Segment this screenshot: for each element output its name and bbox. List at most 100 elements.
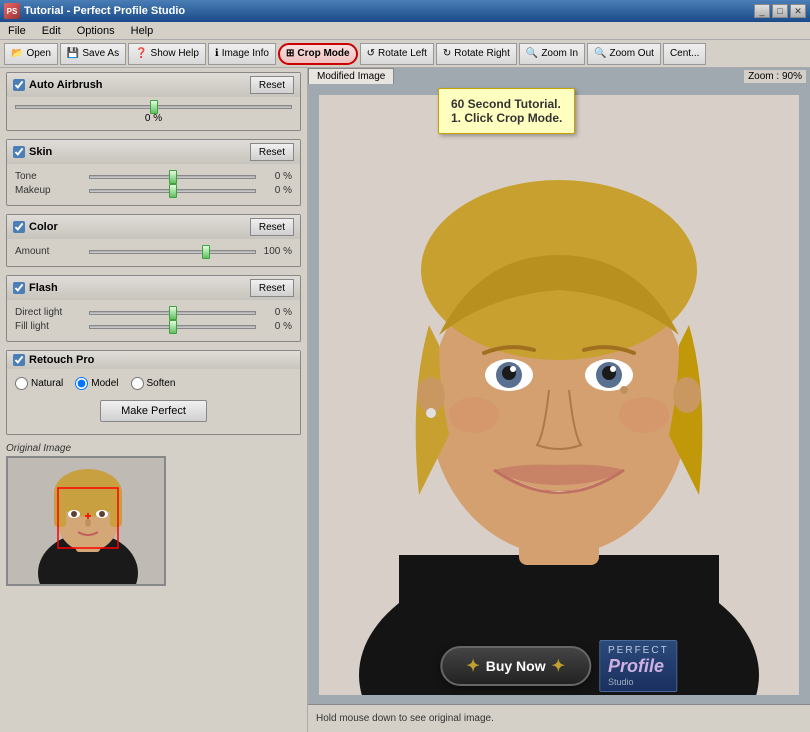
maximize-button[interactable]: □ (772, 4, 788, 18)
make-perfect-button[interactable]: Make Perfect (100, 400, 207, 422)
window-title: Tutorial - Perfect Profile Studio (24, 5, 185, 17)
close-button[interactable]: ✕ (790, 4, 806, 18)
direct-light-value: 0 % (260, 307, 292, 318)
auto-airbrush-slider-row (15, 105, 292, 109)
direct-light-slider-row: Direct light 0 % (15, 307, 292, 318)
person-svg (319, 95, 799, 695)
zoom-in-icon: 🔍 (526, 48, 538, 59)
show-help-button[interactable]: ❓ Show Help (128, 43, 206, 65)
retouch-pro-header: Retouch Pro (7, 351, 300, 369)
amount-thumb[interactable] (202, 245, 210, 259)
flash-content: Direct light 0 % Fill light 0 % (7, 300, 300, 341)
natural-label: Natural (31, 378, 63, 389)
flash-section: Flash Reset Direct light 0 % Fill light (6, 275, 301, 342)
soften-radio[interactable]: Soften (131, 377, 176, 390)
natural-radio[interactable]: Natural (15, 377, 63, 390)
tone-thumb[interactable] (169, 170, 177, 184)
crop-icon: ⊞ (286, 48, 294, 59)
buy-now-label: Buy Now (486, 658, 546, 674)
makeup-slider-row: Makeup 0 % (15, 185, 292, 196)
fill-light-slider[interactable] (89, 325, 256, 329)
zoom-out-button[interactable]: 🔍 Zoom Out (587, 43, 661, 65)
tone-label: Tone (15, 171, 85, 182)
fill-light-thumb[interactable] (169, 320, 177, 334)
direct-light-label: Direct light (15, 307, 85, 318)
crop-mode-button[interactable]: ⊞ Crop Mode (278, 43, 358, 65)
auto-airbrush-section: Auto Airbrush Reset 0 % (6, 72, 301, 131)
makeup-slider[interactable] (89, 189, 256, 193)
auto-airbrush-thumb[interactable] (150, 100, 158, 114)
center-button[interactable]: Cent... (663, 43, 706, 65)
tutorial-tooltip: 60 Second Tutorial. 1. Click Crop Mode. (438, 88, 575, 134)
bottom-bar: Hold mouse down to see original image. (308, 704, 810, 732)
rotate-right-button[interactable]: ↻ Rotate Right (436, 43, 517, 65)
direct-light-slider[interactable] (89, 311, 256, 315)
tone-slider-row: Tone 0 % (15, 171, 292, 182)
color-checkbox[interactable] (13, 221, 25, 233)
thumbnail-svg (8, 458, 166, 586)
color-title: Color (29, 221, 58, 233)
natural-radio-input[interactable] (15, 377, 28, 390)
auto-airbrush-value: 0 % (15, 113, 292, 124)
model-radio[interactable]: Model (75, 377, 118, 390)
thumbnail-area: Original Image (6, 443, 301, 728)
tone-slider[interactable] (89, 175, 256, 179)
right-panel: Modified Image Zoom : 90% 60 Second Tuto… (308, 68, 810, 732)
tutorial-line2: 1. Click Crop Mode. (451, 111, 562, 125)
retouch-pro-checkbox[interactable] (13, 354, 25, 366)
info-icon: ℹ (215, 48, 219, 59)
auto-airbrush-reset-button[interactable]: Reset (250, 76, 294, 94)
open-button[interactable]: 📂 Open (4, 43, 58, 65)
save-icon: 💾 (67, 48, 79, 59)
menu-file[interactable]: File (4, 25, 30, 37)
flash-title: Flash (29, 282, 58, 294)
brand-profile: Profile (608, 656, 669, 677)
menu-help[interactable]: Help (127, 25, 158, 37)
direct-light-thumb[interactable] (169, 306, 177, 320)
skin-checkbox[interactable] (13, 146, 25, 158)
skin-reset-button[interactable]: Reset (250, 143, 294, 161)
brand-perfect: PERFECT (608, 645, 669, 656)
model-radio-input[interactable] (75, 377, 88, 390)
buy-now-button[interactable]: ✦ Buy Now ✦ (440, 646, 591, 686)
rotate-left-button[interactable]: ↺ Rotate Left (360, 43, 434, 65)
menu-bar: File Edit Options Help (0, 22, 810, 40)
zoom-indicator: Zoom : 90% (744, 70, 806, 83)
amount-slider[interactable] (89, 250, 256, 254)
menu-edit[interactable]: Edit (38, 25, 65, 37)
auto-airbrush-checkbox[interactable] (13, 79, 25, 91)
save-as-button[interactable]: 💾 Save As (60, 43, 126, 65)
flash-reset-button[interactable]: Reset (250, 279, 294, 297)
zoom-in-button[interactable]: 🔍 Zoom In (519, 43, 585, 65)
makeup-label: Makeup (15, 185, 85, 196)
rotate-right-icon: ↻ (443, 48, 451, 59)
menu-options[interactable]: Options (73, 25, 119, 37)
status-text: Hold mouse down to see original image. (316, 713, 494, 724)
amount-slider-row: Amount 100 % (15, 246, 292, 257)
app-icon: PS (4, 3, 20, 19)
title-bar: PS Tutorial - Perfect Profile Studio _ □… (0, 0, 810, 22)
skin-content: Tone 0 % Makeup 0 % (7, 164, 300, 205)
flash-header: Flash Reset (7, 276, 300, 300)
model-label: Model (91, 378, 118, 389)
soften-radio-input[interactable] (131, 377, 144, 390)
auto-airbrush-slider[interactable] (15, 105, 292, 109)
color-header: Color Reset (7, 215, 300, 239)
buy-now-area: ✦ Buy Now ✦ PERFECT Profile Studio (440, 640, 677, 692)
fill-light-slider-row: Fill light 0 % (15, 321, 292, 332)
image-info-button[interactable]: ℹ Image Info (208, 43, 276, 65)
person-image (308, 88, 810, 702)
makeup-thumb[interactable] (169, 184, 177, 198)
buy-star-right: ✦ (552, 656, 565, 676)
toolbar: 📂 Open 💾 Save As ❓ Show Help ℹ Image Inf… (0, 40, 810, 68)
flash-checkbox[interactable] (13, 282, 25, 294)
color-reset-button[interactable]: Reset (250, 218, 294, 236)
rotate-left-icon: ↺ (367, 48, 375, 59)
skin-header: Skin Reset (7, 140, 300, 164)
original-image-label: Original Image (6, 443, 301, 454)
amount-value: 100 % (260, 246, 292, 257)
zoom-out-icon: 🔍 (594, 48, 606, 59)
soften-label: Soften (147, 378, 176, 389)
minimize-button[interactable]: _ (754, 4, 770, 18)
modified-image-tab[interactable]: Modified Image (308, 68, 394, 84)
